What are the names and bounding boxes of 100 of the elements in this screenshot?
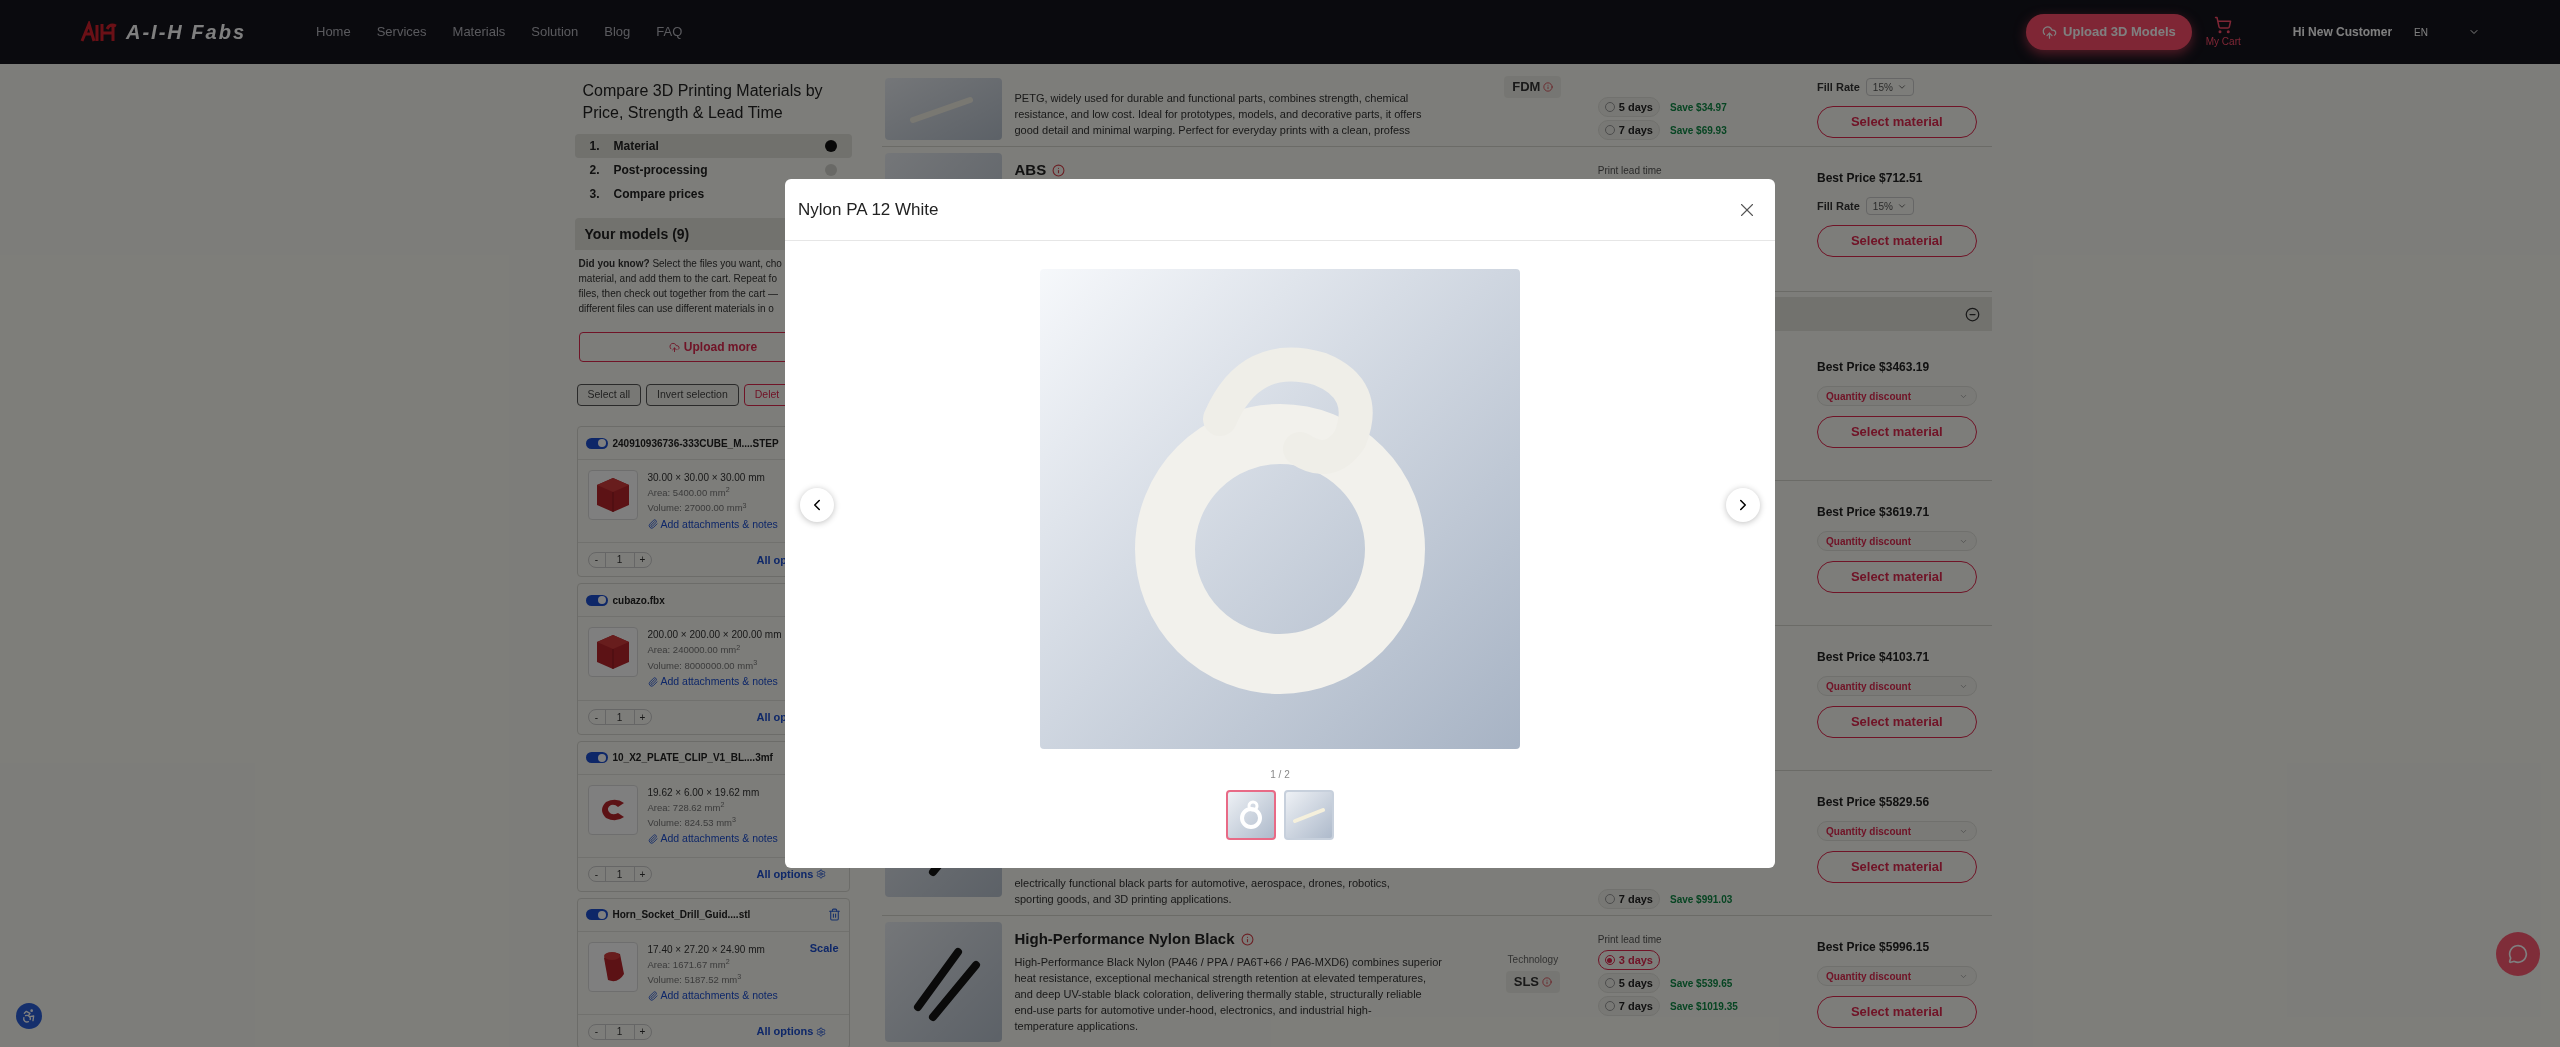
image-thumbnail[interactable]: [1226, 790, 1276, 840]
action-button[interactable]: Select all: [576, 384, 642, 406]
chevron-down-icon: [1896, 82, 1907, 92]
upload-models-button[interactable]: Upload 3D Models: [2026, 14, 2192, 50]
accessibility-icon: [21, 1008, 37, 1024]
best-price: Best Price $5996.15: [1817, 939, 1931, 956]
quantity-discount-select[interactable]: Quantity discount: [1817, 386, 1977, 406]
increment-button[interactable]: +: [634, 866, 651, 882]
add-attachments-link[interactable]: Add attachments & notes: [647, 673, 782, 690]
strip-icon: [1292, 807, 1326, 823]
nav-link[interactable]: Home: [316, 22, 351, 42]
quantity-discount-select[interactable]: Quantity discount: [1817, 676, 1977, 696]
toggle-switch[interactable]: [585, 594, 608, 606]
paperclip-icon: [647, 676, 658, 687]
greeting-text: Hi New Customer: [2292, 24, 2393, 41]
logo-icon: [80, 21, 118, 43]
cloud-upload-icon: [2042, 24, 2058, 40]
file-name: 10_X2_PLATE_CLIP_V1_BL....3mf: [612, 751, 773, 765]
gear-icon: [816, 869, 827, 880]
material-title: High-Performance Nylon Black: [1014, 929, 1235, 949]
paperclip-icon: [647, 519, 658, 530]
decrement-button[interactable]: -: [588, 1024, 605, 1039]
ring-icon: [1238, 799, 1264, 831]
decrement-button[interactable]: -: [588, 709, 605, 725]
best-price: Best Price $3463.19: [1817, 359, 1931, 376]
increment-button[interactable]: +: [634, 709, 651, 725]
nav-link[interactable]: Materials: [452, 22, 506, 42]
paperclip-icon: [647, 833, 658, 844]
image-thumbnail[interactable]: [1284, 790, 1334, 840]
gear-icon: [816, 1026, 827, 1037]
best-price: Best Price $3619.71: [1817, 504, 1931, 521]
material-description: PETG, widely used for durable and functional parts, combines strength, chemical resistance, and low cost. Ideal for prototypes, models, and decorative parts, it offers good detail and minimal warping. Perfect for everyday prints with a clean, profess: [1014, 91, 1423, 138]
quantity-value: 1: [604, 552, 635, 568]
decrement-button[interactable]: -: [588, 552, 605, 568]
fill-rate-select[interactable]: 15%: [1865, 197, 1914, 215]
toggle-switch[interactable]: [585, 437, 608, 449]
info-icon[interactable]: [1542, 977, 1552, 987]
technology-badge: FDM: [1504, 76, 1562, 98]
savings-text: Save $1019.35: [1670, 999, 1738, 1014]
savings-text: Save $69.93: [1670, 123, 1727, 138]
model-dimensions: 19.62 × 6.00 × 19.62 mm: [647, 785, 761, 800]
increment-button[interactable]: +: [634, 1024, 651, 1039]
scale-link[interactable]: Scale: [809, 939, 839, 957]
collapse-icon[interactable]: [1964, 306, 1980, 322]
fill-rate-label: Fill Rate: [1817, 79, 1860, 95]
trash-icon[interactable]: [827, 908, 841, 922]
best-price: Best Price $4103.71: [1817, 649, 1931, 666]
add-attachments-link[interactable]: Add attachments & notes: [647, 516, 778, 533]
add-attachments-link[interactable]: Add attachments & notes: [647, 988, 778, 1004]
model-dimensions: 30.00 × 30.00 × 30.00 mm: [647, 471, 766, 485]
info-icon[interactable]: [1543, 82, 1554, 92]
nav-link[interactable]: Solution: [531, 22, 579, 42]
previous-image-button[interactable]: [800, 488, 834, 522]
technology-label: Technology: [1507, 953, 1559, 967]
dialog-title: Nylon PA 12 White: [798, 198, 939, 221]
step-item[interactable]: 2. Post-processing: [574, 158, 852, 182]
decrement-button[interactable]: -: [588, 866, 605, 882]
lead-time-label: Print lead time: [1597, 933, 1663, 947]
fill-rate-select[interactable]: 15%: [1865, 78, 1914, 96]
nav-link[interactable]: FAQ: [656, 22, 683, 42]
cart-icon: [2214, 15, 2233, 34]
language-selector[interactable]: EN: [2414, 24, 2428, 40]
accessibility-button[interactable]: [16, 1003, 42, 1029]
toggle-switch[interactable]: [585, 909, 608, 921]
next-image-button[interactable]: [1726, 488, 1760, 522]
nav-link[interactable]: Services: [376, 22, 427, 42]
model-dimensions: 17.40 × 27.20 × 24.90 mm: [647, 942, 766, 957]
info-icon[interactable]: [1052, 163, 1066, 177]
model-area: Area: 728.62 mm$^{2}$: [647, 800, 778, 815]
action-button[interactable]: Invert selection: [646, 384, 739, 406]
step-item[interactable]: 1. Material: [574, 134, 852, 158]
nav-link[interactable]: Blog: [604, 22, 631, 42]
chat-button[interactable]: [2496, 932, 2540, 976]
lead-time-option[interactable]: 5 days: [1597, 97, 1660, 117]
technology-badge: SLS: [1505, 971, 1560, 993]
file-name: Horn_Socket_Drill_Guid....stl: [612, 908, 751, 923]
increment-button[interactable]: +: [634, 552, 651, 568]
lead-time-option[interactable]: 7 days: [1597, 996, 1660, 1016]
add-attachments-link[interactable]: Add attachments & notes: [647, 831, 778, 847]
quantity-discount-select[interactable]: Quantity discount: [1817, 531, 1977, 551]
all-options-link[interactable]: All options: [756, 866, 839, 883]
quantity-discount-select[interactable]: Quantity discount: [1817, 966, 1977, 986]
quantity-value: 1: [604, 709, 635, 725]
all-options-link[interactable]: All options: [756, 1023, 839, 1040]
cart-link[interactable]: My Cart: [2205, 15, 2241, 49]
lead-time-option[interactable]: 5 days: [1597, 973, 1660, 993]
lead-time-option[interactable]: 7 days: [1597, 120, 1660, 140]
paperclip-icon: [647, 991, 658, 1002]
file-name: 240910936736-333CUBE_M....STEP: [612, 436, 779, 451]
quantity-value: 1: [604, 866, 635, 882]
material-description: High-Performance Black Nylon (PA46 / PPA / PA6T+66 / PA6-MXD6) combines superior heat resistance, exceptional mechanical strength retention at elevated temperatures, and deep UV-stable black coloration, delivering thermally stable, structurally reliable end-use parts for automotive under-hood, electronics, and industrial high- temperature applications.: [1014, 954, 1443, 1034]
chevron-down-icon: [1896, 201, 1907, 211]
best-price: Best Price $5829.56: [1817, 794, 1931, 811]
toggle-switch[interactable]: [585, 752, 608, 763]
model-dimensions: 200.00 × 200.00 × 200.00 mm: [647, 628, 782, 643]
info-icon[interactable]: [1240, 932, 1254, 946]
savings-text: Save $34.97: [1670, 100, 1727, 115]
lead-time-option[interactable]: 7 days: [1597, 889, 1660, 909]
savings-text: Save $991.03: [1670, 892, 1733, 907]
quantity-discount-select[interactable]: Quantity discount: [1817, 821, 1977, 841]
